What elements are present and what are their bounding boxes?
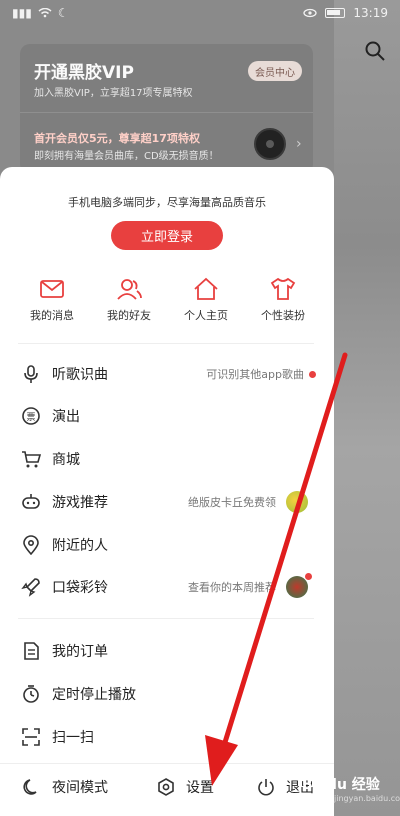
timer-icon — [20, 683, 42, 705]
vinyl-disc-icon — [254, 128, 286, 160]
quick-friends[interactable]: 我的好友 — [89, 277, 169, 323]
quick-dressup[interactable]: 个性装扮 — [243, 277, 323, 323]
menu-label: 扫一扫 — [52, 730, 94, 746]
vip-divider — [20, 112, 313, 113]
quick-homepage[interactable]: 个人主页 — [166, 277, 246, 323]
login-button[interactable]: 立即登录 — [111, 221, 223, 250]
status-right: 13:19 — [303, 6, 388, 20]
search-icon[interactable] — [364, 40, 386, 62]
mail-icon — [40, 280, 64, 298]
menu-hint: 绝版皮卡丘免费领 — [188, 496, 276, 509]
menu-hint: 可识别其他app歌曲 — [206, 368, 304, 381]
menu-label: 口袋彩铃 — [52, 580, 108, 596]
quick-label: 我的消息 — [30, 309, 74, 322]
status-bar: ▮▮▮ ☾ 13:19 — [0, 0, 400, 26]
moon-icon — [23, 779, 37, 795]
vip-promo[interactable]: 首开会员仅5元，尊享超17项特权 — [34, 130, 200, 146]
drawer-bottom-bar: 夜间模式 设置 退出 — [0, 765, 334, 816]
vip-card[interactable]: 开通黑胶VIP 加入黑胶VIP，立享超17项专属特权 会员中心 首开会员仅5元，… — [20, 44, 313, 174]
menu-label: 听歌识曲 — [52, 367, 108, 383]
settings-label: 设置 — [186, 780, 214, 796]
status-time: 13:19 — [353, 6, 388, 20]
cart-icon — [20, 448, 42, 470]
menu-label: 附近的人 — [52, 538, 108, 554]
status-left: ▮▮▮ ☾ — [12, 6, 69, 20]
divider — [0, 763, 334, 764]
menu-item-nearby[interactable]: 附近的人 — [0, 525, 334, 565]
friends-icon — [117, 279, 142, 300]
menu-item-shows[interactable]: 票 演出 — [0, 396, 334, 436]
chevron-right-icon[interactable]: › — [296, 136, 302, 152]
menu-label: 游戏推荐 — [52, 495, 108, 511]
main-page-edge[interactable] — [334, 0, 400, 816]
recommendation-thumbnail — [286, 576, 308, 598]
member-center-button[interactable]: 会员中心 — [248, 61, 302, 81]
baidu-watermark-url: jingyan.baidu.com — [334, 794, 400, 803]
menu-label: 演出 — [52, 409, 80, 425]
location-icon — [20, 534, 42, 556]
home-icon — [194, 277, 218, 300]
quick-label: 个人主页 — [184, 309, 228, 322]
login-tip: 手机电脑多端同步，尽享海量高品质音乐 — [68, 196, 266, 209]
battery-icon — [325, 8, 346, 18]
gamepad-icon — [20, 491, 42, 513]
tshirt-icon — [270, 277, 296, 300]
quick-label: 个性装扮 — [261, 309, 305, 322]
pikachu-thumbnail — [286, 491, 308, 513]
power-icon — [258, 779, 274, 796]
menu-label: 我的订单 — [52, 644, 108, 660]
mic-icon — [20, 363, 42, 385]
divider — [18, 343, 314, 344]
baidu-watermark: Baidu 经验 — [302, 777, 380, 793]
scan-icon — [20, 726, 42, 748]
notification-dot — [305, 573, 312, 580]
menu-item-ringtone[interactable]: 口袋彩铃 查看你的本周推荐 — [0, 567, 334, 607]
menu-item-store[interactable]: 商城 — [0, 439, 334, 479]
ticket-icon: 票 — [20, 405, 42, 427]
moon-status-icon: ☾ — [57, 6, 69, 20]
eye-icon — [303, 8, 318, 18]
side-drawer: 手机电脑多端同步，尽享海量高品质音乐 立即登录 我的消息 我的好友 个人主页 个… — [0, 167, 334, 816]
quick-label: 我的好友 — [107, 309, 151, 322]
order-icon — [20, 640, 42, 662]
divider — [18, 618, 314, 619]
vip-promo-sub: 即刻拥有海量会员曲库，CD级无损音质！ — [34, 151, 219, 162]
menu-item-song-recognition[interactable]: 听歌识曲 可识别其他app歌曲 — [0, 354, 334, 394]
night-mode-label: 夜间模式 — [52, 780, 108, 796]
menu-item-scan[interactable]: 扫一扫 — [0, 717, 334, 757]
vip-title: 开通黑胶VIP — [34, 63, 134, 83]
menu-hint: 查看你的本周推荐 — [188, 581, 276, 594]
menu-label: 定时停止播放 — [52, 687, 136, 703]
night-mode-button[interactable]: 夜间模式 — [22, 777, 108, 797]
settings-button[interactable]: 设置 — [156, 777, 214, 797]
menu-item-games[interactable]: 游戏推荐 绝版皮卡丘免费领 — [0, 482, 334, 522]
wifi-icon — [38, 8, 52, 18]
svg-text:票: 票 — [26, 412, 35, 423]
quick-actions: 我的消息 我的好友 个人主页 个性装扮 — [0, 277, 334, 337]
rocket-icon — [20, 576, 42, 598]
quick-messages[interactable]: 我的消息 — [12, 277, 92, 323]
menu-item-orders[interactable]: 我的订单 — [0, 631, 334, 671]
vip-subtitle: 加入黑胶VIP，立享超17项专属特权 — [34, 88, 193, 99]
settings-icon — [158, 778, 174, 796]
menu-item-sleep-timer[interactable]: 定时停止播放 — [0, 674, 334, 714]
notification-dot — [309, 370, 316, 378]
signal-icon: ▮▮▮ — [12, 6, 32, 20]
menu-label: 商城 — [52, 452, 80, 468]
